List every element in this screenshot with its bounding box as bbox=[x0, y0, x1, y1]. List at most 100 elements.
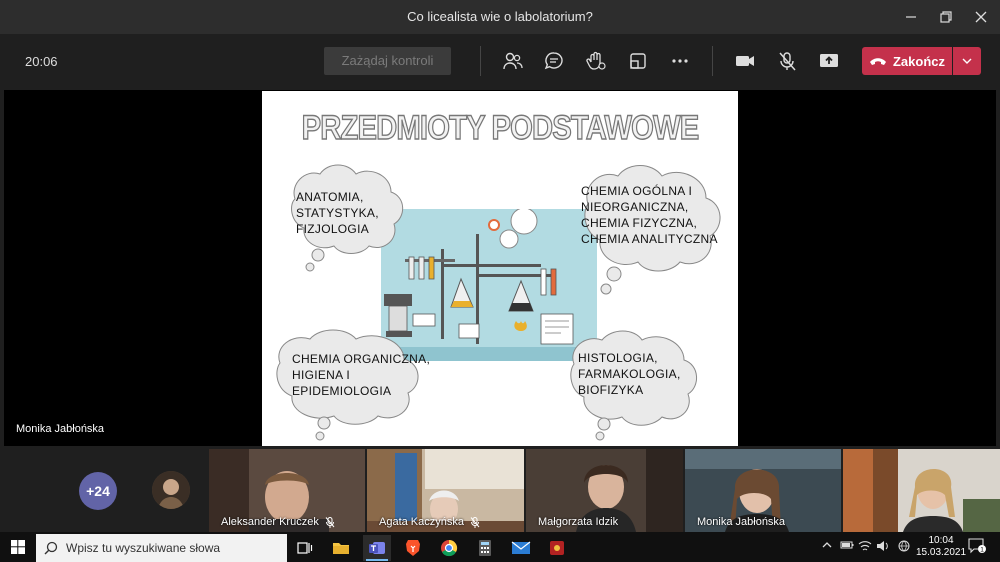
participant-name: Agata Kaczyńska bbox=[379, 516, 464, 528]
taskbar-app-calculator[interactable] bbox=[471, 535, 499, 561]
more-icon bbox=[672, 59, 688, 63]
mic-off-icon bbox=[470, 516, 480, 528]
mic-off-icon bbox=[779, 52, 796, 71]
cloud-line: CHEMIA FIZYCZNA, bbox=[581, 216, 698, 230]
wifi-icon bbox=[858, 541, 872, 551]
cloud-line: CHEMIA ANALITYCZNA bbox=[581, 232, 718, 246]
breakout-rooms-icon bbox=[630, 53, 646, 69]
search-placeholder: Wpisz tu wyszukiwane słowa bbox=[66, 541, 221, 555]
raise-hand-button[interactable] bbox=[583, 48, 609, 74]
tray-overflow-button[interactable] bbox=[822, 540, 832, 552]
notification-icon: 1 bbox=[968, 538, 986, 554]
search-icon bbox=[44, 541, 58, 555]
taskbar-app-brave[interactable] bbox=[399, 535, 427, 561]
restore-button[interactable] bbox=[928, 0, 964, 34]
notification-count: 1 bbox=[980, 547, 984, 554]
chat-button[interactable] bbox=[541, 48, 567, 74]
app-icon bbox=[550, 541, 564, 555]
avatar[interactable] bbox=[152, 471, 190, 509]
cloud-text-top-right: CHEMIA OGÓLNA I NIEORGANICZNA, CHEMIA FI… bbox=[581, 183, 718, 247]
mic-off-icon bbox=[325, 516, 335, 528]
toolbar-divider bbox=[480, 46, 481, 76]
more-options-button[interactable] bbox=[667, 48, 693, 74]
slide-title: PRZEDMIOTY PODSTAWOWE bbox=[301, 108, 700, 147]
rooms-button[interactable] bbox=[625, 48, 651, 74]
tray-language[interactable] bbox=[898, 540, 910, 555]
action-center-button[interactable]: 1 bbox=[968, 538, 986, 557]
end-call-label: Zakończ bbox=[892, 53, 945, 69]
window-title: Co licealista wie o labolatorium? bbox=[407, 9, 593, 24]
request-control-button[interactable]: Zażądaj kontroli bbox=[324, 47, 451, 75]
title-bar: Co licealista wie o labolatorium? bbox=[0, 0, 1000, 34]
cloud-line: HISTOLOGIA, bbox=[578, 351, 658, 365]
task-view-button[interactable] bbox=[291, 535, 319, 561]
tray-battery[interactable] bbox=[840, 540, 854, 553]
teams-logo-icon bbox=[369, 542, 385, 554]
clock-date: 15.03.2021 bbox=[916, 547, 967, 558]
tray-volume[interactable] bbox=[876, 540, 890, 555]
taskbar-app-teams[interactable] bbox=[363, 535, 391, 561]
mail-icon bbox=[511, 541, 531, 554]
restore-icon bbox=[940, 11, 952, 23]
cloud-line: STATYSTYKA, bbox=[296, 206, 379, 220]
phone-hangup-icon bbox=[869, 58, 886, 65]
thought-cloud-top-right: CHEMIA OGÓLNA I NIEORGANICZNA, CHEMIA FI… bbox=[574, 159, 736, 304]
participant-name-label: Aleksander Kruczek bbox=[221, 516, 335, 528]
chat-icon bbox=[544, 52, 563, 70]
taskbar-search-box[interactable]: Wpisz tu wyszukiwane słowa bbox=[36, 534, 287, 562]
minimize-button[interactable] bbox=[893, 0, 929, 34]
speaker-icon bbox=[877, 541, 888, 551]
windows-logo-icon bbox=[11, 540, 25, 554]
camera-button[interactable] bbox=[732, 48, 758, 74]
participant-video-tile[interactable]: Agata Kaczyńska bbox=[367, 449, 524, 532]
meeting-toolbar: 20:06 Zażądaj kontroli Zakończ bbox=[0, 34, 1000, 88]
minimize-icon bbox=[906, 16, 916, 18]
people-icon bbox=[503, 52, 523, 70]
participant-name-label: Agata Kaczyńska bbox=[379, 516, 480, 528]
end-call-button[interactable]: Zakończ bbox=[862, 47, 952, 75]
calculator-icon bbox=[479, 540, 491, 556]
participant-name: Małgorzata Idzik bbox=[538, 516, 619, 528]
cloud-text-bottom-right: HISTOLOGIA, FARMAKOLOGIA, BIOFIZYKA bbox=[578, 350, 681, 398]
brave-logo-icon bbox=[406, 540, 420, 556]
taskbar-app-unknown[interactable] bbox=[543, 535, 571, 561]
clock-time: 10:04 bbox=[928, 535, 954, 546]
tray-network[interactable] bbox=[858, 540, 872, 555]
share-button[interactable] bbox=[816, 48, 842, 74]
presenter-name: Monika Jabłońska bbox=[16, 423, 105, 435]
language-icon bbox=[898, 540, 910, 552]
cloud-line: FIZJOLOGIA bbox=[296, 222, 370, 236]
taskbar-clock[interactable]: 10:04 15.03.2021 bbox=[916, 535, 966, 559]
cloud-line: BIOFIZYKA bbox=[578, 383, 644, 397]
chevron-up-icon bbox=[822, 542, 832, 548]
cloud-text-bottom-left: CHEMIA ORGANICZNA, HIGIENA I EPIDEMIOLOG… bbox=[292, 351, 430, 399]
camera-icon bbox=[736, 56, 754, 66]
cloud-line: HIGIENA I bbox=[292, 368, 351, 382]
chevron-down-icon bbox=[962, 58, 972, 64]
folder-icon bbox=[333, 543, 349, 554]
participant-video-tile[interactable] bbox=[843, 449, 1000, 532]
cloud-line: ANATOMIA, bbox=[296, 190, 364, 204]
participant-video-tile[interactable]: Małgorzata Idzik bbox=[526, 449, 683, 532]
call-timer: 20:06 bbox=[25, 54, 58, 69]
cloud-text-top-left: ANATOMIA, STATYSTYKA, FIZJOLOGIA bbox=[296, 189, 379, 237]
participant-name-label: Małgorzata Idzik bbox=[538, 516, 618, 528]
participant-video-tile[interactable]: Monika Jabłońska bbox=[685, 449, 841, 532]
close-button[interactable] bbox=[963, 0, 999, 34]
taskbar-app-chrome[interactable] bbox=[435, 535, 463, 561]
taskbar-app-file-explorer[interactable] bbox=[327, 535, 355, 561]
participant-name: Monika Jabłońska bbox=[697, 516, 786, 528]
more-participants-badge[interactable]: +24 bbox=[79, 472, 117, 510]
participants-button[interactable] bbox=[500, 48, 526, 74]
toolbar-divider bbox=[712, 46, 713, 76]
start-button[interactable] bbox=[0, 532, 36, 562]
chrome-logo-icon bbox=[441, 539, 458, 557]
taskbar-app-mail[interactable] bbox=[507, 535, 535, 561]
cloud-line: CHEMIA ORGANICZNA, bbox=[292, 352, 431, 366]
end-call-dropdown[interactable] bbox=[953, 47, 981, 75]
presentation-slide: PRZEDMIOTY PODSTAWOWE ANATOMIA, STATYSTY… bbox=[262, 91, 738, 446]
participant-video-tile[interactable]: Aleksander Kruczek bbox=[209, 449, 365, 532]
thought-cloud-top-left: ANATOMIA, STATYSTYKA, FIZJOLOGIA bbox=[280, 159, 410, 279]
task-view-icon bbox=[297, 542, 313, 554]
mute-button[interactable] bbox=[774, 48, 800, 74]
